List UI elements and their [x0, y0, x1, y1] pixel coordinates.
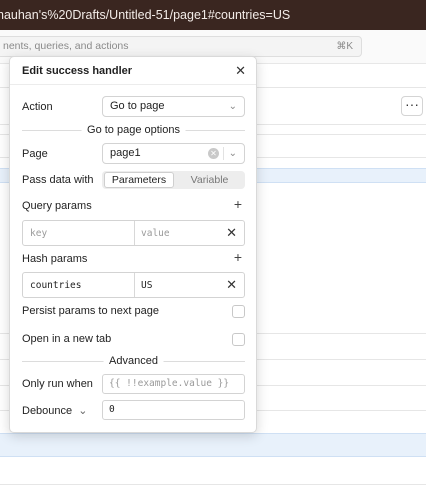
chevron-down-icon: ⌄: [228, 101, 237, 112]
page-select[interactable]: page1 ✕ ⌄: [102, 143, 245, 164]
clear-icon[interactable]: ✕: [208, 148, 219, 159]
action-label: Action: [22, 101, 53, 113]
kv-separator: [134, 273, 135, 297]
hash-params-label: Hash params: [22, 253, 88, 265]
page-label: Page: [22, 148, 48, 160]
url-text: hauhan's%20Drafts/Untitled-51/page1#coun…: [0, 8, 291, 22]
page-value: page1: [110, 147, 141, 159]
persist-params-checkbox[interactable]: [232, 305, 245, 318]
remove-query-param-close-icon[interactable]: ✕: [226, 225, 237, 241]
persist-params-label: Persist params to next page: [22, 305, 159, 317]
only-run-when-label: Only run when: [22, 378, 93, 390]
dialog-header: Edit success handler ✕: [10, 57, 256, 85]
chevron-down-icon: ⌄: [228, 148, 237, 159]
debounce-input[interactable]: 0: [102, 400, 245, 420]
remove-hash-param-close-icon[interactable]: ✕: [226, 277, 237, 293]
pass-data-label: Pass data with: [22, 174, 94, 186]
pass-data-option-parameters[interactable]: Parameters: [104, 172, 174, 188]
add-query-param-plus-icon[interactable]: +: [234, 196, 242, 212]
bg-highlighted-row: [0, 433, 426, 457]
edit-success-handler-dialog: Edit success handler ✕ Action Go to page…: [9, 56, 257, 433]
hash-param-key-input[interactable]: countries: [30, 280, 81, 291]
command-search-input[interactable]: nents, queries, and actions ⌘K: [0, 36, 362, 57]
add-hash-param-plus-icon[interactable]: +: [234, 249, 242, 265]
pass-data-option-variable[interactable]: Variable: [175, 172, 244, 188]
advanced-section-divider: Advanced: [22, 355, 245, 367]
hash-param-row: countries US ✕: [22, 272, 245, 298]
debounce-label: Debounce: [22, 405, 73, 417]
options-section-divider: Go to page options: [22, 124, 245, 136]
search-placeholder: nents, queries, and actions: [3, 40, 129, 52]
options-section-title: Go to page options: [81, 124, 186, 136]
action-select[interactable]: Go to page ⌄: [102, 96, 245, 117]
query-param-key-input[interactable]: key: [30, 228, 47, 239]
query-param-row: key value ✕: [22, 220, 245, 246]
search-shortcut: ⌘K: [336, 41, 353, 52]
only-run-when-input[interactable]: {{ !!example.value }}: [102, 374, 245, 394]
debounce-dropdown[interactable]: Debounce ⌄: [22, 404, 87, 417]
pass-data-segmented-control: Parameters Variable: [102, 171, 245, 189]
chevron-down-icon: ⌄: [78, 405, 88, 417]
kv-separator: [134, 221, 135, 245]
action-value: Go to page: [110, 100, 165, 112]
close-icon[interactable]: ✕: [235, 63, 246, 79]
query-params-label: Query params: [22, 200, 92, 212]
browser-url-bar[interactable]: hauhan's%20Drafts/Untitled-51/page1#coun…: [0, 0, 426, 30]
select-separator: [223, 147, 224, 160]
advanced-section-title: Advanced: [103, 355, 164, 367]
dialog-title: Edit success handler: [22, 65, 133, 77]
hash-param-value-input[interactable]: US: [141, 280, 152, 291]
more-icon: ···: [405, 96, 419, 112]
query-param-value-input[interactable]: value: [141, 228, 170, 239]
open-new-tab-label: Open in a new tab: [22, 333, 112, 345]
more-options-button[interactable]: ···: [401, 96, 423, 116]
open-new-tab-checkbox[interactable]: [232, 333, 245, 346]
bg-divider: [0, 484, 426, 485]
